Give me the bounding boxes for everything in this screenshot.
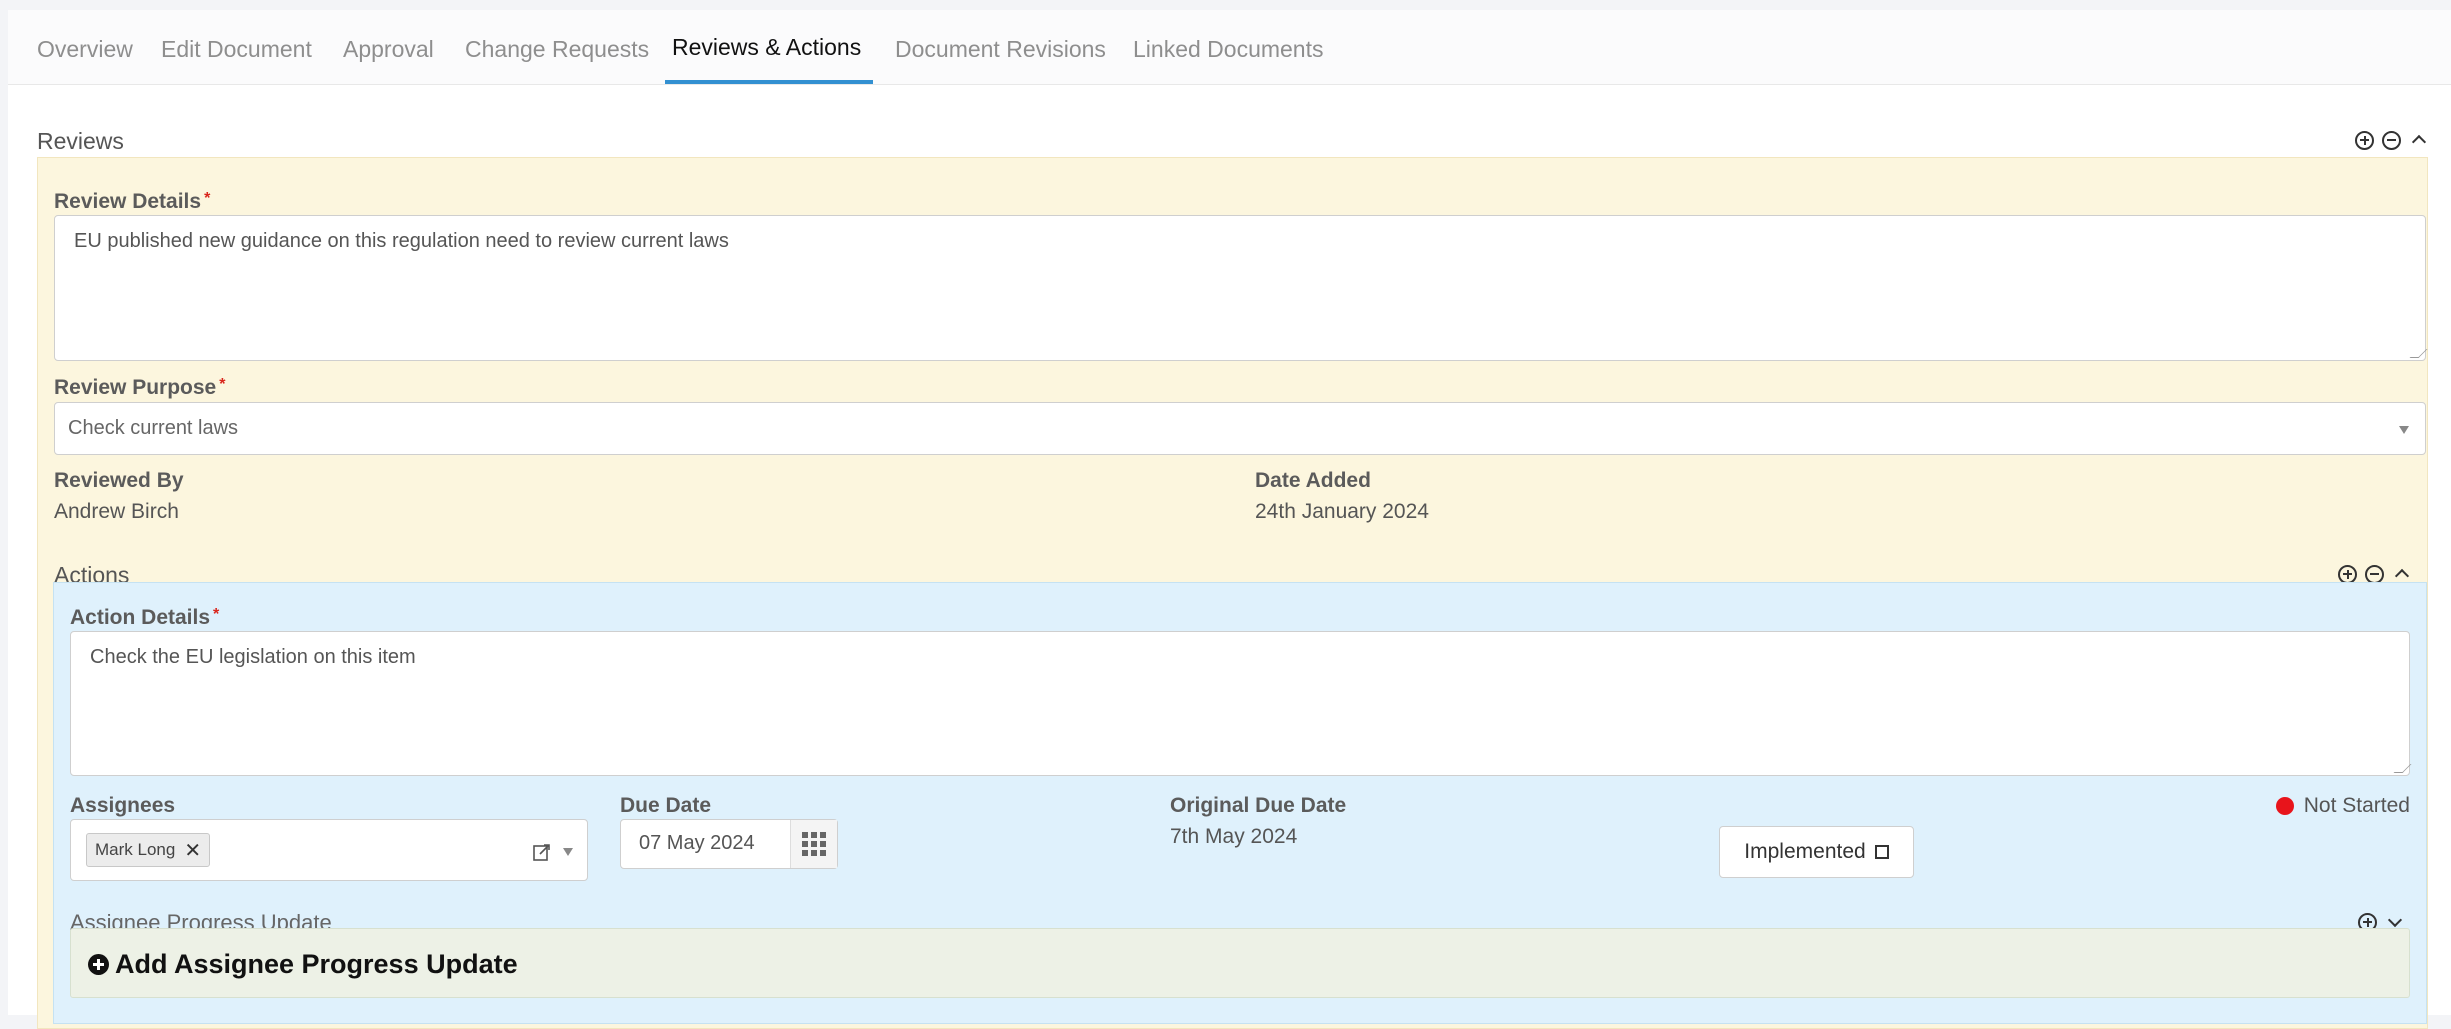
assignee-chip: Mark Long ✕ <box>86 833 211 867</box>
plus-circle-icon <box>88 954 109 975</box>
implemented-toggle[interactable]: Implemented <box>1719 826 1914 878</box>
reviews-title: Reviews <box>37 128 124 154</box>
tab-edit-document[interactable]: Edit Document <box>161 36 312 63</box>
due-date-value: 07 May 2024 <box>639 832 755 854</box>
action-details-text: Check the EU legislation on this item <box>90 646 416 668</box>
review-details-textarea[interactable]: EU published new guidance on this regula… <box>54 215 2428 361</box>
actions-controls <box>2338 564 2412 584</box>
progress-update-box: Add Assignee Progress Update <box>70 928 2410 998</box>
collapse-actions-icon[interactable] <box>2392 564 2412 584</box>
due-date-input[interactable]: 07 May 2024 <box>620 819 838 869</box>
tab-reviews-actions[interactable]: Reviews & Actions <box>672 34 861 61</box>
reviewed-by-value: Andrew Birch <box>54 500 179 523</box>
active-tab-indicator <box>665 80 873 84</box>
status-label: Not Started <box>2303 794 2410 817</box>
add-action-icon[interactable] <box>2338 564 2357 584</box>
original-due-date-label: Original Due Date <box>1170 794 1347 817</box>
tab-bar: Overview Edit Document Approval Change R… <box>8 10 2451 85</box>
assignees-label: Assignees <box>70 794 176 817</box>
review-purpose-value: Check current laws <box>68 417 239 439</box>
review-purpose-label: Review Purpose * <box>54 376 226 399</box>
assignee-name: Mark Long <box>95 840 176 859</box>
collapse-reviews-icon[interactable] <box>2409 130 2429 150</box>
status-badge: Not Started <box>2275 794 2410 818</box>
open-external-icon[interactable] <box>533 843 551 861</box>
review-details-text: EU published new guidance on this regula… <box>74 230 729 252</box>
add-review-icon[interactable] <box>2355 130 2374 150</box>
due-date-label: Due Date <box>620 794 712 817</box>
original-due-date-value: 7th May 2024 <box>1170 825 1298 848</box>
resize-handle[interactable] <box>2393 764 2412 773</box>
date-added-value: 24th January 2024 <box>1255 500 1429 523</box>
date-added-label: Date Added <box>1255 469 1371 492</box>
resize-handle[interactable] <box>2409 349 2428 358</box>
tab-approval[interactable]: Approval <box>343 36 434 63</box>
remove-assignee-icon[interactable]: ✕ <box>184 838 201 863</box>
tab-change-requests[interactable]: Change Requests <box>465 36 649 63</box>
dropdown-arrow-icon <box>2399 426 2409 434</box>
status-dot-icon <box>2275 797 2294 815</box>
tab-overview[interactable]: Overview <box>37 36 133 63</box>
add-progress-update-label: Add Assignee Progress Update <box>115 949 518 979</box>
implemented-label: Implemented <box>1744 840 1866 863</box>
reviewed-by-label: Reviewed By <box>54 469 184 492</box>
dropdown-arrow-icon[interactable] <box>563 848 573 856</box>
page: Overview Edit Document Approval Change R… <box>8 10 2451 1029</box>
implemented-checkbox[interactable] <box>1874 845 1889 859</box>
action-details-label: Action Details * <box>70 606 220 629</box>
tab-linked-documents[interactable]: Linked Documents <box>1133 36 1324 63</box>
remove-action-icon[interactable] <box>2365 564 2384 584</box>
action-details-textarea[interactable]: Check the EU legislation on this item <box>70 631 2412 776</box>
assignees-select[interactable]: Mark Long ✕ <box>70 819 588 881</box>
calendar-icon[interactable] <box>790 820 837 868</box>
review-details-label: Review Details * <box>54 190 211 213</box>
remove-review-icon[interactable] <box>2382 130 2401 150</box>
review-purpose-select[interactable]: Check current laws <box>54 402 2426 455</box>
reviews-controls <box>2355 130 2429 150</box>
add-progress-update-button[interactable]: Add Assignee Progress Update <box>88 949 518 980</box>
tab-document-revisions[interactable]: Document Revisions <box>895 36 1106 63</box>
